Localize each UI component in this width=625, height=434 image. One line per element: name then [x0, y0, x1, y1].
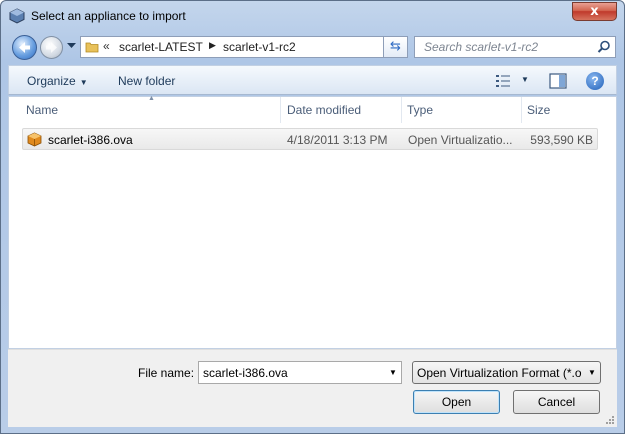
column-divider[interactable]	[401, 97, 402, 123]
back-arrow-icon	[19, 42, 30, 53]
refresh-icon: ⇆	[390, 39, 401, 54]
column-header-row: ▲ Name Date modified Type Size	[9, 95, 616, 123]
virtualbox-icon	[9, 8, 25, 24]
open-button[interactable]: Open	[413, 390, 500, 414]
ova-package-icon	[27, 132, 42, 147]
cancel-button[interactable]: Cancel	[513, 390, 600, 414]
close-button[interactable]: x	[572, 2, 617, 21]
resize-grip-icon[interactable]	[605, 415, 615, 425]
file-row[interactable]: scarlet-i386.ova 4/18/2011 3:13 PM Open …	[22, 128, 598, 150]
organize-menu[interactable]: Organize ▼	[27, 74, 88, 88]
address-bar[interactable]: « scarlet-LATEST ▶ scarlet-v1-rc2 ▼	[80, 36, 408, 58]
file-name-field[interactable]	[198, 361, 402, 384]
organize-label: Organize	[27, 74, 76, 88]
search-input[interactable]: Search scarlet-v1-rc2	[414, 36, 616, 58]
breadcrumb-item[interactable]: scarlet-v1-rc2	[223, 40, 296, 54]
file-name-dropdown-icon[interactable]: ▼	[389, 368, 397, 377]
file-type-filter-select[interactable]: Open Virtualization Format (*.o	[412, 361, 601, 384]
forward-arrow-icon	[46, 42, 57, 53]
help-icon[interactable]: ?	[586, 72, 604, 90]
folder-icon	[85, 42, 99, 53]
breadcrumb-item[interactable]: scarlet-LATEST	[119, 40, 203, 54]
window-title: Select an appliance to import	[31, 9, 186, 23]
file-name-label: File name:	[138, 366, 195, 380]
file-type-dropdown-icon[interactable]: ▼	[588, 368, 596, 377]
column-header-name[interactable]: Name	[26, 103, 58, 117]
sort-ascending-icon: ▲	[148, 95, 155, 102]
file-list: ▲ Name Date modified Type Size scarlet-i…	[8, 95, 617, 349]
file-name: scarlet-i386.ova	[48, 133, 133, 147]
refresh-button[interactable]: ⇆	[383, 36, 408, 58]
recent-pages-dropdown[interactable]	[67, 43, 76, 49]
forward-button[interactable]	[40, 36, 63, 59]
file-open-dialog: Select an appliance to import x « scarle…	[0, 0, 625, 434]
breadcrumb-overflow[interactable]: «	[103, 39, 110, 53]
file-type: Open Virtualizatio...	[408, 133, 513, 147]
dialog-footer: File name: ▼ Open Virtualization Format …	[8, 349, 617, 427]
column-divider[interactable]	[521, 97, 522, 123]
command-bar: Organize ▼ New folder ▼ ?	[8, 65, 617, 95]
chevron-down-icon: ▼	[79, 78, 88, 87]
views-icon[interactable]	[495, 74, 511, 88]
search-placeholder: Search scarlet-v1-rc2	[424, 40, 539, 54]
new-folder-button[interactable]: New folder	[118, 74, 175, 88]
file-size: 593,590 KB	[530, 133, 593, 147]
title-bar: Select an appliance to import x	[1, 1, 624, 31]
back-button[interactable]	[12, 35, 37, 60]
column-header-type[interactable]: Type	[407, 103, 433, 117]
column-header-size[interactable]: Size	[527, 103, 550, 117]
file-date-modified: 4/18/2011 3:13 PM	[287, 133, 388, 147]
search-icon[interactable]	[597, 40, 611, 54]
column-header-date-modified[interactable]: Date modified	[287, 103, 361, 117]
views-dropdown-icon[interactable]: ▼	[521, 75, 529, 84]
column-divider[interactable]	[280, 97, 281, 123]
breadcrumb-separator-icon[interactable]: ▶	[209, 40, 216, 51]
preview-pane-icon[interactable]	[549, 73, 567, 89]
